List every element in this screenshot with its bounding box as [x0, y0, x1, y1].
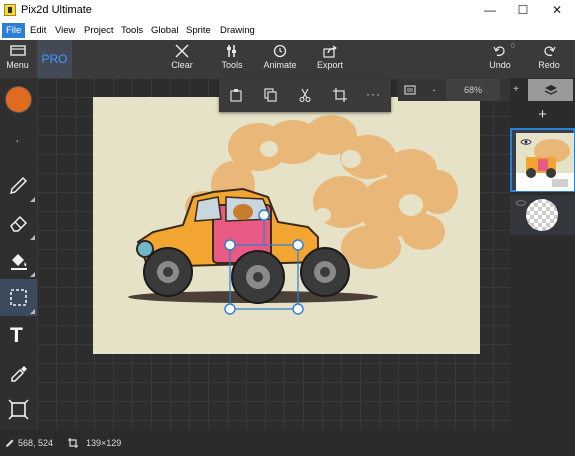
- menu-drawing[interactable]: Drawing: [216, 23, 259, 38]
- selection-tool[interactable]: [0, 279, 37, 316]
- crop-small-icon: [68, 438, 78, 448]
- export-button-label: Export: [316, 60, 343, 70]
- undo-count: 0: [511, 43, 515, 50]
- redo-button[interactable]: Redo: [532, 40, 566, 78]
- zoom-in-button[interactable]: +: [510, 79, 522, 101]
- canvas-workspace[interactable]: [37, 78, 510, 430]
- main-toolbar: Menu Clear Tools Animate Export Undo 0 R…: [0, 40, 575, 78]
- layers-icon: [544, 85, 558, 95]
- menu-bar: File Edit View Project Tools Global Spri…: [0, 21, 575, 40]
- animate-button[interactable]: Animate: [260, 40, 300, 78]
- tools-button[interactable]: Tools: [214, 40, 250, 78]
- pro-badge[interactable]: PRO: [37, 40, 72, 78]
- submenu-indicator: [30, 309, 35, 314]
- paint-bucket-icon: [11, 254, 27, 270]
- fill-tool[interactable]: [0, 242, 37, 279]
- layers-panel: +: [510, 101, 575, 430]
- submenu-indicator: [30, 197, 35, 202]
- title-bar: Pix2d Ultimate — ☐ ✕: [0, 0, 575, 21]
- app-logo-icon: [4, 4, 16, 16]
- window-title: Pix2d Ultimate: [21, 4, 92, 16]
- eyedropper-icon: [11, 366, 27, 382]
- selection-toolbar: ···: [219, 79, 391, 112]
- clock-icon: [273, 44, 287, 58]
- menu-button-label: Menu: [6, 60, 29, 70]
- color-swatch: [5, 86, 32, 113]
- submenu-indicator: [30, 272, 35, 277]
- clear-button-label: Clear: [171, 60, 193, 70]
- tools-icon: [227, 45, 236, 57]
- close-button[interactable]: ✕: [539, 0, 575, 21]
- selection-frame[interactable]: [37, 78, 510, 430]
- fit-screen-button[interactable]: [402, 79, 418, 101]
- menu-project[interactable]: Project: [80, 23, 118, 38]
- copy-icon[interactable]: [264, 88, 278, 102]
- brush-size-button[interactable]: ·: [0, 122, 37, 162]
- submenu-indicator: [30, 235, 35, 240]
- redo-icon: [544, 46, 556, 57]
- eraser-tool[interactable]: [0, 205, 37, 242]
- more-options-button[interactable]: ···: [366, 87, 381, 101]
- menu-view[interactable]: View: [51, 23, 79, 38]
- export-icon: [323, 45, 338, 58]
- color-picker[interactable]: [0, 80, 37, 120]
- resize-handle-top-left[interactable]: [224, 239, 236, 251]
- text-icon: T: [10, 324, 23, 347]
- layer-item-selected[interactable]: [510, 128, 575, 192]
- close-icon: [175, 44, 189, 58]
- frame-icon: [8, 399, 29, 420]
- pencil-tool[interactable]: [0, 167, 37, 204]
- cursor-position: 568, 524: [18, 438, 54, 448]
- pencil-icon: [9, 176, 28, 195]
- export-button[interactable]: Export: [312, 40, 348, 78]
- brush-size-dot: ·: [15, 132, 20, 148]
- pencil-small-icon: [6, 439, 14, 447]
- app-window: Pix2d Ultimate — ☐ ✕ File Edit View Proj…: [0, 0, 575, 456]
- fit-screen-icon: [404, 85, 416, 95]
- paste-icon[interactable]: [229, 88, 243, 102]
- redo-button-label: Redo: [538, 60, 560, 70]
- menu-global[interactable]: Global: [147, 23, 182, 38]
- crop-icon[interactable]: [333, 88, 347, 102]
- zoom-bar: - 68%: [398, 79, 510, 101]
- eye-hidden-icon[interactable]: [515, 199, 527, 207]
- menu-sprite[interactable]: Sprite: [182, 23, 215, 38]
- tools-button-label: Tools: [221, 60, 243, 70]
- clear-button[interactable]: Clear: [164, 40, 200, 78]
- text-tool[interactable]: T: [0, 318, 37, 355]
- eye-icon[interactable]: [520, 138, 532, 146]
- layer-thumbnail-transparent: [526, 199, 558, 231]
- rotate-handle[interactable]: [258, 209, 270, 221]
- cut-icon[interactable]: [298, 88, 312, 102]
- add-layer-button[interactable]: +: [510, 105, 575, 125]
- menu-edit[interactable]: Edit: [26, 23, 50, 38]
- menu-button[interactable]: Menu: [0, 40, 35, 78]
- resize-handle-bottom-right[interactable]: [292, 303, 304, 315]
- resize-handle-top-right[interactable]: [292, 239, 304, 251]
- maximize-button[interactable]: ☐: [505, 0, 541, 21]
- menu-file[interactable]: File: [2, 23, 26, 38]
- zoom-out-button[interactable]: -: [428, 79, 440, 101]
- layer-item[interactable]: [510, 195, 575, 235]
- status-bar: 568, 524 139×129: [0, 430, 575, 456]
- crop-tool[interactable]: [0, 391, 37, 428]
- minimize-button[interactable]: —: [472, 0, 508, 21]
- resize-handle-bottom-left[interactable]: [224, 303, 236, 315]
- eraser-icon: [10, 215, 28, 232]
- menu-icon: [9, 45, 26, 56]
- tool-panel: · T: [0, 78, 37, 430]
- selection-size: 139×129: [86, 438, 122, 448]
- animate-button-label: Animate: [263, 60, 297, 70]
- eyedropper-tool[interactable]: [0, 355, 37, 392]
- zoom-value[interactable]: 68%: [446, 79, 500, 101]
- menu-tools[interactable]: Tools: [117, 23, 147, 38]
- selection-icon: [10, 289, 27, 306]
- undo-button-label: Undo: [489, 60, 511, 70]
- undo-icon: [493, 46, 505, 57]
- layers-toggle-button[interactable]: [528, 79, 573, 101]
